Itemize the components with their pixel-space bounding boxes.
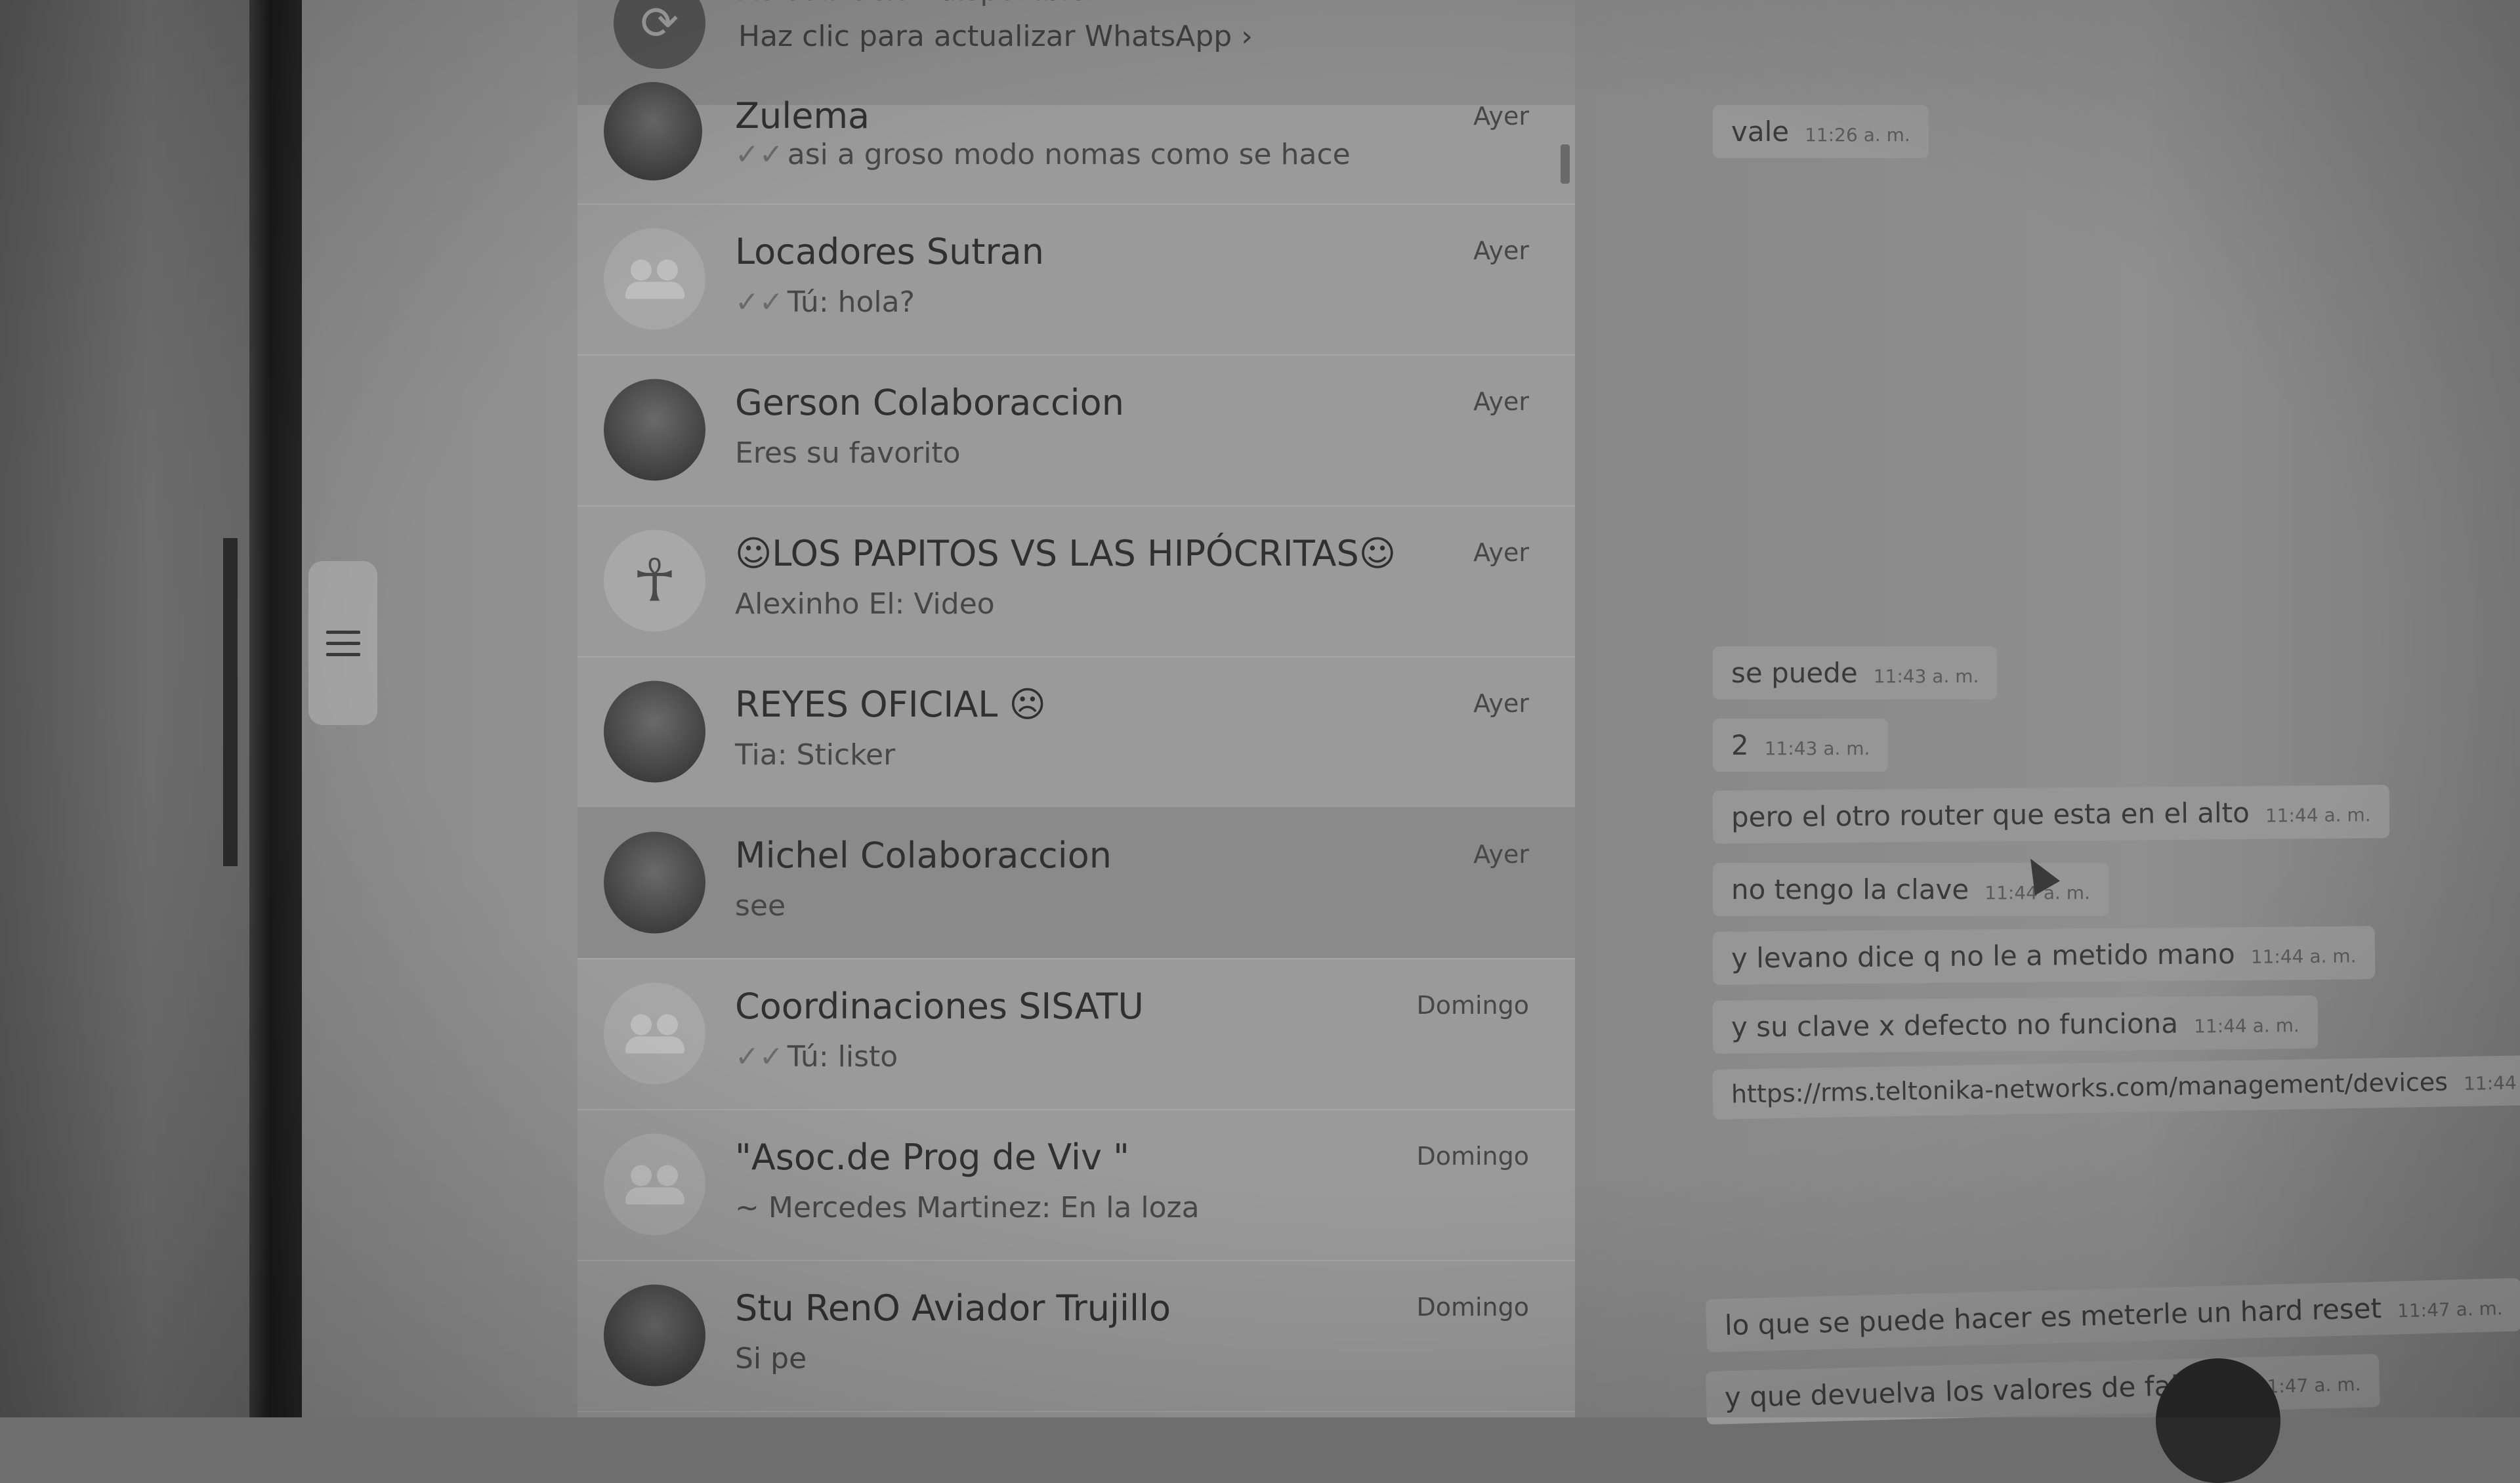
chat-time: Ayer xyxy=(1473,236,1529,265)
chat-list-scrollbar[interactable] xyxy=(1561,144,1570,184)
chat-last-message: Alexinho El: Video xyxy=(735,587,995,621)
chat-row[interactable]: ☥ ☺LOS PAPITOS VS LAS HIPÓCRITAS☺ Alexin… xyxy=(578,505,1575,658)
scroll-down-button[interactable] xyxy=(2156,1358,2280,1483)
chat-time: Domingo xyxy=(1416,991,1529,1020)
monitor-edge xyxy=(223,538,238,866)
chat-row[interactable]: Zulema ✓✓ asi a groso modo nomas como se … xyxy=(578,82,1575,205)
chat-time: Ayer xyxy=(1473,840,1529,869)
avatar xyxy=(604,680,705,783)
chat-time: Domingo xyxy=(1416,1293,1529,1322)
chat-time: Ayer xyxy=(1473,689,1529,718)
chat-name: Stu RenO Aviador Trujillo xyxy=(735,1287,1171,1329)
chat-last-message: ✓✓ Tú: listo xyxy=(735,1040,898,1074)
chat-name: Gerson Colaboraccion xyxy=(735,382,1124,423)
menu-button[interactable] xyxy=(308,561,377,725)
monitor-frame xyxy=(249,0,302,1417)
chat-last-message: Tia: Sticker xyxy=(735,738,896,772)
chat-name: Michel Colaboraccion xyxy=(735,835,1112,876)
update-title: Actualización disponible xyxy=(738,0,1087,7)
update-link[interactable]: Haz clic para actualizar WhatsApp › xyxy=(738,20,1253,53)
message-bubble: 2 11:43 a. m. xyxy=(1713,719,1889,772)
chat-name: REYES OFICIAL ☹ xyxy=(735,684,1046,725)
chat-last-message: ✓✓ asi a groso modo nomas como se hace xyxy=(735,138,1351,171)
avatar xyxy=(604,379,705,481)
double-check-icon: ✓✓ xyxy=(735,285,784,319)
chat-time: Domingo xyxy=(1416,1142,1529,1171)
conversation-pane xyxy=(1575,0,2520,1417)
chat-last-message: Eres su favorito xyxy=(735,436,961,470)
avatar xyxy=(604,1284,705,1387)
chat-row[interactable]: Stu RenO Aviador Trujillo Si pe Domingo xyxy=(578,1260,1575,1412)
group-avatar-icon xyxy=(604,228,705,330)
chat-row-selected[interactable]: Michel Colaboraccion see Ayer xyxy=(578,807,1575,959)
chat-last-message: see xyxy=(735,889,786,923)
monitor-bezel xyxy=(0,0,249,1417)
chat-time: Ayer xyxy=(1473,538,1529,567)
avatar xyxy=(604,82,702,180)
group-avatar-icon xyxy=(604,982,705,1085)
chat-name: ☺LOS PAPITOS VS LAS HIPÓCRITAS☺ xyxy=(735,533,1396,574)
message-bubble: y su clave x defecto no funciona 11:44 a.… xyxy=(1712,995,2319,1054)
chat-last-message: ~ Mercedes Martinez: En la loza xyxy=(735,1191,1200,1224)
emoji-icon: ☹ xyxy=(1009,684,1046,725)
message-bubble: se puede 11:43 a. m. xyxy=(1713,646,1998,700)
avatar xyxy=(604,831,705,934)
group-avatar-icon xyxy=(604,1133,705,1236)
double-check-icon: ✓✓ xyxy=(735,1040,784,1074)
chat-last-message: ✓✓ Tú: hola? xyxy=(735,285,915,319)
chat-name: Zulema xyxy=(735,95,870,136)
chat-row[interactable]: Locadores Sutran ✓✓ Tú: hola? Ayer xyxy=(578,203,1575,356)
message-bubble: y levano dice q no le a metido mano 11:44… xyxy=(1712,926,2375,985)
chat-name: Locadores Sutran xyxy=(735,231,1044,272)
chat-time: Ayer xyxy=(1473,387,1529,416)
chat-row[interactable]: REYES OFICIAL ☹ Tia: Sticker Ayer xyxy=(578,656,1575,808)
chat-name: "Asoc.de Prog de Viv " xyxy=(735,1137,1129,1178)
emoji-icon: ☺ xyxy=(1358,533,1396,574)
chat-row[interactable]: "Asoc.de Prog de Viv " ~ Mercedes Martin… xyxy=(578,1109,1575,1261)
chat-row[interactable]: Coordinaciones SISATU ✓✓ Tú: listo Doming… xyxy=(578,958,1575,1110)
hamburger-icon xyxy=(326,623,360,664)
emoji-icon: ☺ xyxy=(735,533,772,574)
chat-last-message: Si pe xyxy=(735,1342,807,1375)
double-check-icon: ✓✓ xyxy=(735,138,784,171)
message-bubble: vale 11:26 a. m. xyxy=(1713,105,1929,158)
avatar: ☥ xyxy=(604,530,705,632)
message-bubble: pero el otro router que esta en el alto 1… xyxy=(1712,785,2389,844)
chat-row[interactable]: Gerson Colaboraccion Eres su favorito Ay… xyxy=(578,354,1575,507)
chat-name: Coordinaciones SISATU xyxy=(735,986,1144,1027)
chat-time: Ayer xyxy=(1473,102,1529,131)
